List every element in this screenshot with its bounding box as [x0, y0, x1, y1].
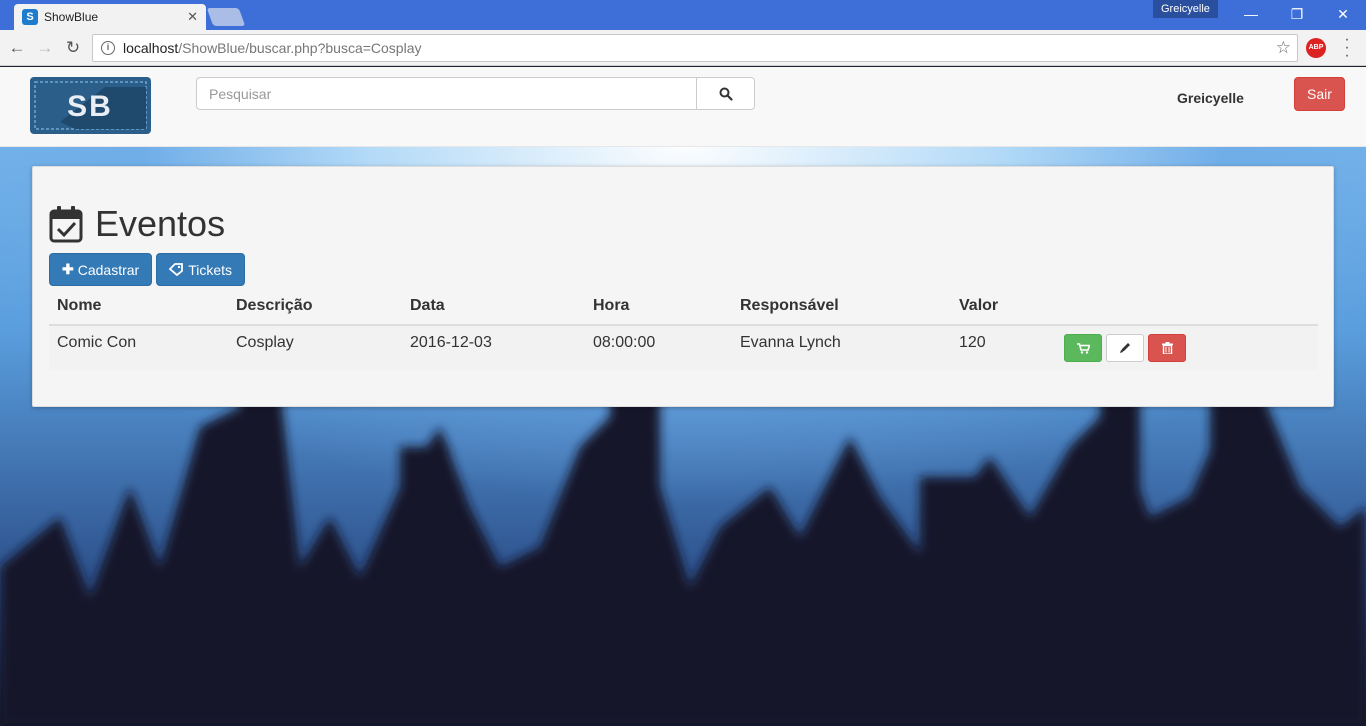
restore-icon[interactable]: ❐: [1274, 4, 1320, 24]
col-header-responsavel[interactable]: Responsável: [732, 287, 951, 326]
col-header-descricao[interactable]: Descrição: [228, 287, 402, 326]
close-window-icon[interactable]: ✕: [1320, 4, 1366, 24]
search-icon: [719, 87, 733, 101]
back-arrow-icon[interactable]: ←: [6, 37, 28, 59]
browser-tab[interactable]: S ShowBlue ✕: [14, 4, 206, 30]
col-header-data[interactable]: Data: [402, 287, 585, 326]
cell-valor: 120: [951, 325, 1056, 370]
search-button[interactable]: [696, 77, 755, 110]
cadastrar-label: Cadastrar: [77, 261, 140, 278]
col-header-actions: [1056, 287, 1318, 326]
cadastrar-button[interactable]: ✚ Cadastrar: [49, 253, 153, 286]
cell-actions: [1056, 325, 1318, 370]
col-header-hora[interactable]: Hora: [585, 287, 732, 326]
tag-icon: [169, 263, 184, 276]
tickets-button[interactable]: Tickets: [156, 253, 246, 286]
cell-descricao: Cosplay: [228, 325, 402, 370]
cell-hora: 08:00:00: [585, 325, 732, 370]
tab-close-icon[interactable]: ✕: [187, 9, 198, 25]
reload-icon[interactable]: ↻: [62, 37, 84, 59]
svg-text:SB: SB: [67, 90, 113, 123]
crowd-background-image: [0, 377, 1366, 726]
calendar-check-icon: [49, 206, 83, 243]
browser-toolbar: ← → ↻ i localhost/ShowBlue/buscar.php?bu…: [0, 30, 1366, 66]
site-navbar: SB Greicyelle Sair: [0, 67, 1366, 147]
search-input[interactable]: [196, 77, 696, 110]
delete-button[interactable]: [1148, 334, 1186, 362]
tab-title: ShowBlue: [44, 10, 99, 24]
trash-icon: [1161, 342, 1173, 354]
plus-icon: ✚: [62, 261, 74, 277]
cell-data: 2016-12-03: [402, 325, 585, 370]
forward-arrow-icon[interactable]: →: [34, 37, 56, 59]
browser-profile-badge[interactable]: Greicyelle: [1153, 0, 1218, 18]
logged-user-name: Greicyelle: [1177, 90, 1244, 106]
buy-ticket-button[interactable]: [1064, 334, 1102, 362]
minimize-icon[interactable]: —: [1228, 4, 1274, 24]
adblock-icon[interactable]: ABP: [1306, 38, 1326, 58]
browser-titlebar: S ShowBlue ✕ Greicyelle — ❐ ✕: [0, 0, 1366, 30]
row-actions: [1064, 334, 1310, 362]
col-header-nome[interactable]: Nome: [49, 287, 228, 326]
tab-favicon-icon: S: [22, 9, 38, 25]
cart-icon: [1076, 342, 1090, 354]
edit-button[interactable]: [1106, 334, 1144, 362]
address-bar[interactable]: i localhost/ShowBlue/buscar.php?busca=Co…: [92, 34, 1298, 62]
search-form: [196, 77, 755, 110]
info-icon[interactable]: i: [101, 41, 115, 55]
bookmark-star-icon[interactable]: ☆: [1276, 38, 1291, 58]
table-row: Comic Con Cosplay 2016-12-03 08:00:00 Ev…: [49, 325, 1318, 370]
action-buttons: ✚ Cadastrar Tickets: [49, 253, 246, 286]
logout-button[interactable]: Sair: [1294, 77, 1345, 111]
cell-nome: Comic Con: [49, 325, 228, 370]
browser-menu-icon[interactable]: · · ·: [1340, 32, 1354, 64]
table-header-row: Nome Descrição Data Hora Responsável Val…: [49, 287, 1318, 326]
url-text: localhost/ShowBlue/buscar.php?busca=Cosp…: [123, 40, 422, 56]
cell-responsavel: Evanna Lynch: [732, 325, 951, 370]
page-title: Eventos: [95, 203, 226, 244]
pencil-icon: [1120, 343, 1130, 353]
page: SB Greicyelle Sair Eventos: [0, 67, 1366, 726]
events-table: Nome Descrição Data Hora Responsável Val…: [49, 287, 1318, 370]
new-tab-button[interactable]: [206, 8, 246, 26]
tickets-label: Tickets: [188, 261, 233, 278]
showblue-logo[interactable]: SB: [30, 77, 151, 134]
page-heading: Eventos: [49, 203, 225, 245]
events-panel: Eventos ✚ Cadastrar Tickets Nome Descriç…: [32, 166, 1334, 407]
col-header-valor[interactable]: Valor: [951, 287, 1056, 326]
